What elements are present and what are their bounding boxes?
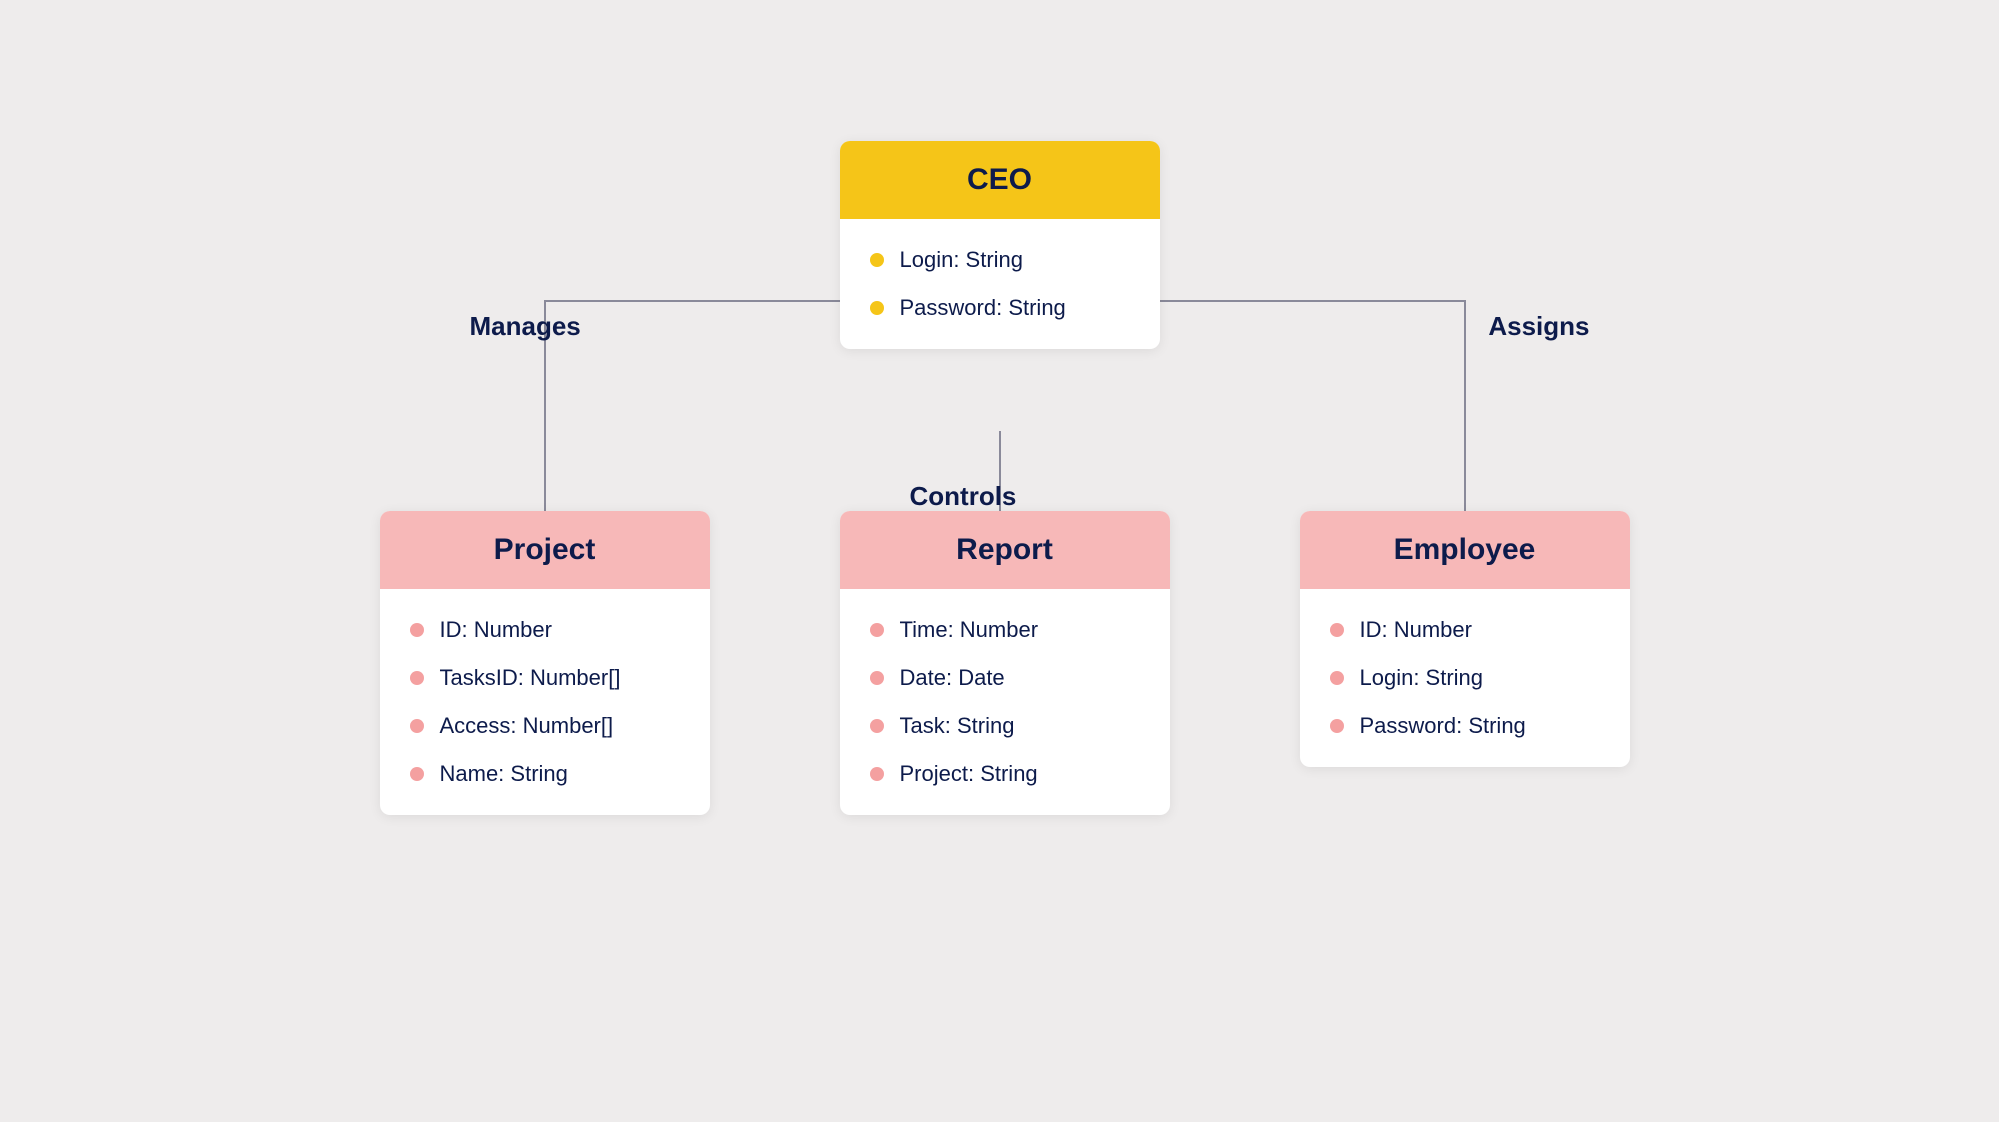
assigns-label: Assigns xyxy=(1488,311,1589,342)
employee-field-2: Password: String xyxy=(1330,713,1600,739)
ceo-title: CEO xyxy=(967,163,1032,196)
ceo-field-dot-1 xyxy=(870,301,884,315)
employee-field-dot-0 xyxy=(1330,623,1344,637)
report-field-3: Project: String xyxy=(870,761,1140,787)
report-field-label-2: Task: String xyxy=(900,713,1015,739)
report-title: Report xyxy=(956,533,1053,566)
ceo-header: CEO xyxy=(840,141,1160,219)
report-field-0: Time: Number xyxy=(870,617,1140,643)
project-field-dot-0 xyxy=(410,623,424,637)
ceo-field-label-0: Login: String xyxy=(900,247,1024,273)
project-field-label-3: Name: String xyxy=(440,761,568,787)
employee-fields: ID: Number Login: String Password: Strin… xyxy=(1330,617,1600,739)
report-field-2: Task: String xyxy=(870,713,1140,739)
project-title: Project xyxy=(494,533,596,566)
project-body: ID: Number TasksID: Number[] Access: Num… xyxy=(380,589,710,815)
ceo-body: Login: String Password: String xyxy=(840,219,1160,349)
employee-card: Employee ID: Number Login: String Passwo… xyxy=(1300,511,1630,767)
project-field-3: Name: String xyxy=(410,761,680,787)
employee-field-label-0: ID: Number xyxy=(1360,617,1472,643)
employee-header: Employee xyxy=(1300,511,1630,589)
report-body: Time: Number Date: Date Task: String Pro… xyxy=(840,589,1170,815)
report-field-dot-1 xyxy=(870,671,884,685)
ceo-field-0: Login: String xyxy=(870,247,1130,273)
report-fields: Time: Number Date: Date Task: String Pro… xyxy=(870,617,1140,787)
project-field-dot-1 xyxy=(410,671,424,685)
report-field-dot-2 xyxy=(870,719,884,733)
report-header: Report xyxy=(840,511,1170,589)
employee-field-1: Login: String xyxy=(1330,665,1600,691)
employee-field-label-1: Login: String xyxy=(1360,665,1484,691)
controls-label: Controls xyxy=(910,481,1017,512)
employee-body: ID: Number Login: String Password: Strin… xyxy=(1300,589,1630,767)
employee-field-dot-2 xyxy=(1330,719,1344,733)
report-field-label-3: Project: String xyxy=(900,761,1038,787)
project-field-label-0: ID: Number xyxy=(440,617,552,643)
employee-field-label-2: Password: String xyxy=(1360,713,1526,739)
ceo-fields: Login: String Password: String xyxy=(870,247,1130,321)
employee-title: Employee xyxy=(1394,533,1536,566)
report-field-1: Date: Date xyxy=(870,665,1140,691)
report-card: Report Time: Number Date: Date Task: Str… xyxy=(840,511,1170,815)
report-field-label-1: Date: Date xyxy=(900,665,1005,691)
diagram: Manages Controls Assigns CEO Login: Stri… xyxy=(300,111,1700,1011)
employee-field-dot-1 xyxy=(1330,671,1344,685)
project-field-label-2: Access: Number[] xyxy=(440,713,614,739)
report-field-dot-0 xyxy=(870,623,884,637)
project-field-1: TasksID: Number[] xyxy=(410,665,680,691)
project-field-0: ID: Number xyxy=(410,617,680,643)
manages-label: Manages xyxy=(470,311,581,342)
project-field-2: Access: Number[] xyxy=(410,713,680,739)
project-field-label-1: TasksID: Number[] xyxy=(440,665,621,691)
report-field-dot-3 xyxy=(870,767,884,781)
employee-field-0: ID: Number xyxy=(1330,617,1600,643)
project-field-dot-2 xyxy=(410,719,424,733)
ceo-card: CEO Login: String Password: String xyxy=(840,141,1160,349)
project-fields: ID: Number TasksID: Number[] Access: Num… xyxy=(410,617,680,787)
ceo-field-dot-0 xyxy=(870,253,884,267)
project-field-dot-3 xyxy=(410,767,424,781)
ceo-field-label-1: Password: String xyxy=(900,295,1066,321)
ceo-field-1: Password: String xyxy=(870,295,1130,321)
project-card: Project ID: Number TasksID: Number[] Acc… xyxy=(380,511,710,815)
report-field-label-0: Time: Number xyxy=(900,617,1039,643)
project-header: Project xyxy=(380,511,710,589)
